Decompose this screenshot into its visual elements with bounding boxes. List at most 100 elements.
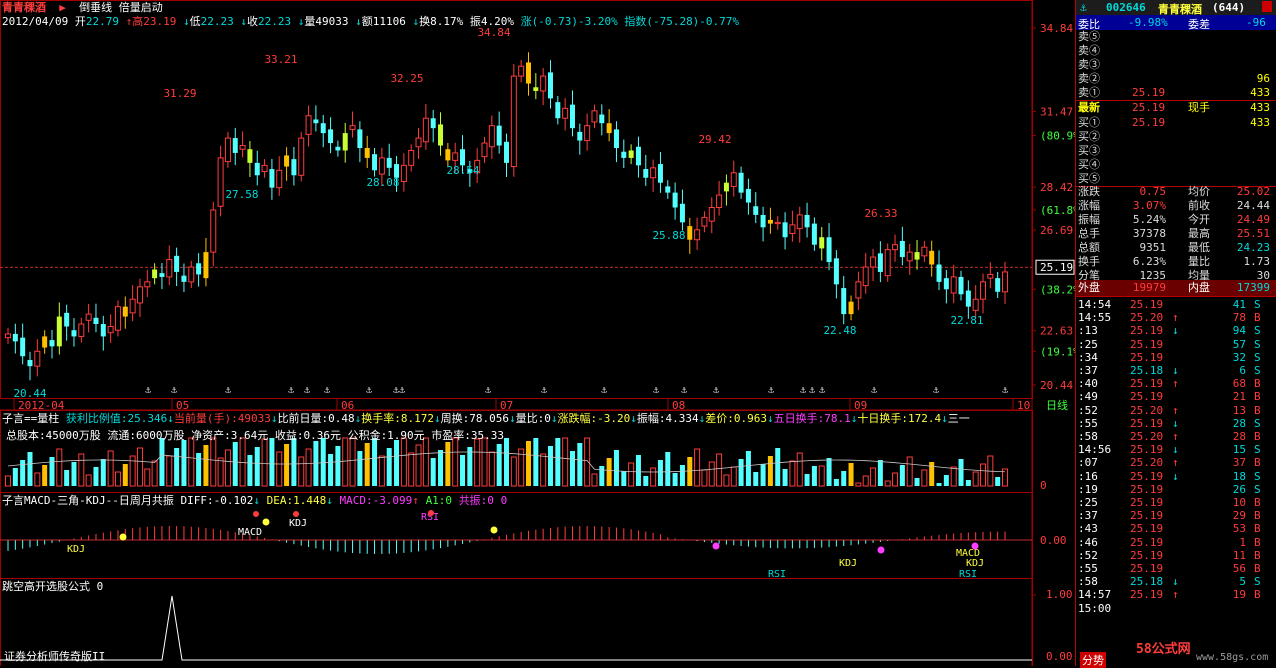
play-icon[interactable]: ▶ [53, 1, 73, 14]
volume-bar [789, 460, 796, 487]
tick-row: :16 25.19 ↓ 18 S [1076, 470, 1272, 483]
tick-side: B [1254, 403, 1261, 417]
macd-panel-title[interactable]: 子言MACD-三角-KDJ--日周月共振 [2, 494, 174, 507]
volume-bar [804, 474, 810, 486]
rsi-label: RSI [959, 569, 977, 580]
volume-bar [929, 462, 935, 486]
kdj-label: KDJ [289, 518, 307, 529]
ask-price: 25.19 [1132, 86, 1166, 99]
volume-bar [217, 457, 224, 487]
candle-body [906, 251, 913, 262]
stat-row[interactable]: 涨幅 3.07% 前收 24.44 [1076, 199, 1272, 213]
anchor-icon[interactable]: ⚓ [1080, 1, 1087, 14]
signal-dot [877, 546, 885, 554]
last-row[interactable]: 最新 25.19 现手 433 [1076, 101, 1272, 115]
volume-bar [342, 437, 349, 487]
volume-bar [320, 438, 326, 486]
stat-label: 总手 [1078, 227, 1100, 240]
price-axis-label: (38.2%) [1040, 283, 1075, 296]
tick-volume: 1 [1239, 535, 1246, 549]
ask-row[interactable]: 卖③ [1076, 58, 1272, 72]
high: 23.19 [143, 15, 177, 28]
candle-body [196, 263, 202, 275]
tick-side: B [1254, 390, 1261, 404]
stat-label: 总额 [1078, 241, 1100, 254]
volume-bar [93, 467, 99, 486]
candle-body [460, 149, 466, 166]
candle-body [591, 110, 598, 123]
anchor-icon: ⚓ [871, 385, 877, 396]
bid-row[interactable]: 买① 25.19 433 [1076, 116, 1272, 130]
tick-price: 25.19 [1130, 443, 1164, 457]
volume-bar [980, 463, 987, 487]
change: 涨(-0.73)-3.20% [520, 15, 618, 28]
candle-body [488, 125, 495, 148]
candle-body [239, 145, 246, 150]
candle-body [71, 330, 77, 337]
candle-body [811, 223, 817, 245]
tick-side: B [1254, 311, 1261, 325]
indicator-name[interactable]: 倒垂线 倍量启动 [79, 1, 163, 14]
volume-bar [78, 453, 85, 487]
volume-bar [27, 452, 33, 486]
tick-row: 15:00 [1076, 602, 1272, 615]
bid-row[interactable]: 买⑤ [1076, 172, 1272, 186]
chart-area[interactable]: 34.84 31.47 (80.9%) 28.42 (61.8%) 26.69 (38.2%… [0, 0, 1075, 666]
stat-row[interactable]: 换手 6.23% 量比 1.73 [1076, 255, 1272, 269]
price-axis-label: 34.84 [1040, 22, 1073, 35]
ask-row[interactable]: 卖① 25.19 433 [1076, 86, 1272, 100]
outer-row[interactable]: 外盘 19979 内盘 17399 [1076, 281, 1272, 295]
candle-body [972, 298, 979, 311]
signal-dot [119, 533, 127, 541]
stat-value: 37378 [1132, 227, 1166, 240]
high-label: 高 [132, 15, 144, 28]
tick-volume: 28 [1232, 430, 1246, 443]
candle-body [995, 278, 1001, 292]
ask-row[interactable]: 卖② 96 [1076, 72, 1272, 86]
vol-panel-title[interactable]: 子言==量柱 [2, 412, 59, 425]
candle-body [188, 266, 195, 283]
panel-frame [0, 0, 1033, 399]
stat-row[interactable]: 涨跌 0.75 均价 25.02 [1076, 185, 1272, 199]
close-icon[interactable] [1262, 1, 1272, 12]
bid-row[interactable]: 买④ [1076, 158, 1272, 172]
candle-body [408, 149, 415, 166]
anchor-icon: ⚓ [713, 385, 719, 396]
ask-row[interactable]: 卖⑤ [1076, 30, 1272, 44]
volume-bar [525, 441, 531, 486]
bid-row[interactable]: 买② [1076, 130, 1272, 144]
signal-dot [262, 518, 270, 526]
volume-bar [562, 437, 569, 487]
tick-price: 25.19 [1130, 416, 1164, 430]
kdj-label: KDJ [67, 544, 85, 555]
volume-bar [921, 469, 928, 487]
tick-volume: 41 [1232, 298, 1246, 311]
ask-row[interactable]: 卖④ [1076, 44, 1272, 58]
tick-price: 25.19 [1130, 298, 1164, 311]
weibi-value: -9.98% [1128, 16, 1168, 29]
vol-stat-4: 比前日量:0.48 [277, 412, 355, 425]
candle-body [767, 219, 773, 224]
gap-panel-title[interactable]: 跳空高开选股公式 [2, 580, 90, 593]
tick-time: :55 [1078, 562, 1098, 575]
volume-bar [687, 457, 693, 486]
stat-row[interactable]: 振幅 5.24% 今开 24.49 [1076, 213, 1272, 227]
candle-body [796, 214, 803, 230]
stat-row[interactable]: 总手 37378 最高 25.51 [1076, 227, 1272, 241]
volume-bar [701, 469, 708, 487]
volume-bar [650, 467, 657, 487]
tick-volume: 5 [1239, 575, 1246, 589]
volume-bar [708, 461, 715, 487]
volume-bar [415, 444, 422, 487]
bid-row[interactable]: 买③ [1076, 144, 1272, 158]
volume-bar [210, 437, 217, 487]
candle-body [166, 259, 173, 278]
tick-time: :19 [1078, 482, 1098, 496]
candle-body [665, 186, 671, 193]
stat-row[interactable]: 总额 9351 最低 24.23 [1076, 241, 1272, 255]
candle-body [210, 209, 217, 253]
candle-body [929, 250, 935, 265]
rsi-label: RSI [768, 569, 786, 580]
price-axis-label: 26.69 [1040, 224, 1073, 237]
vol-stat-18: 五日换手:78.1 [773, 412, 851, 425]
